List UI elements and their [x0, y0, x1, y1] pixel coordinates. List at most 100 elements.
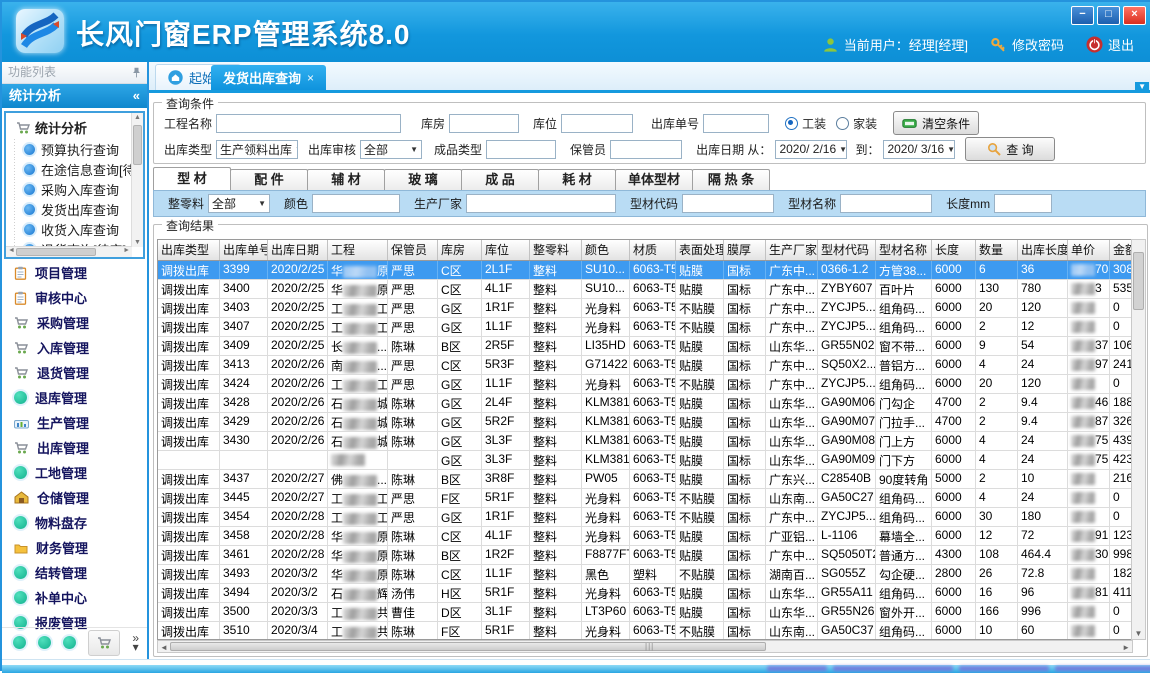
overflow-chevron[interactable]: »▾	[132, 634, 139, 652]
material-tab-隔热条[interactable]: 隔 热 条	[692, 169, 770, 190]
tab-shipment-outbound-query[interactable]: 发货出库查询 ×	[211, 65, 326, 90]
search-button[interactable]: 查 询	[965, 137, 1055, 161]
material-tab-单体型材[interactable]: 单体型材	[615, 169, 693, 190]
maximize-button[interactable]: □	[1097, 6, 1120, 25]
table-row[interactable]: 调拨出库34452020/2/27工工程严思F区5R1F整料光身料6063-T5…	[158, 489, 1133, 508]
sidebar-item-出库管理[interactable]: 出库管理	[2, 435, 147, 460]
circle-icon[interactable]	[13, 636, 26, 649]
sidebar-item-项目管理[interactable]: 项目管理	[2, 260, 147, 285]
close-button[interactable]: ×	[1123, 6, 1146, 25]
table-horizontal-scrollbar[interactable]: ◄ ||| ►	[157, 640, 1133, 653]
pin-icon[interactable]	[132, 67, 141, 78]
audit-select[interactable]: 全部▼	[360, 140, 422, 159]
order-no-input[interactable]	[703, 114, 769, 133]
sidebar-item-物料盘存[interactable]: 物料盘存	[2, 510, 147, 535]
sidebar-item-补单中心[interactable]: 补单中心	[2, 585, 147, 610]
sidebar-item-入库管理[interactable]: 入库管理	[2, 335, 147, 360]
tree-vertical-scrollbar[interactable]: ▲▼	[131, 113, 143, 247]
column-header-材质[interactable]: 材质	[630, 240, 676, 260]
column-header-型材名称[interactable]: 型材名称	[876, 240, 932, 260]
factory-input[interactable]	[466, 194, 616, 213]
column-header-长度[interactable]: 长度	[932, 240, 976, 260]
column-header-出库日期[interactable]: 出库日期	[268, 240, 328, 260]
table-row[interactable]: 调拨出库34072020/2/25工工程严思G区1L1F整料光身料6063-T5…	[158, 318, 1133, 337]
sidebar-item-采购管理[interactable]: 采购管理	[2, 310, 147, 335]
tree-item-收货入库查询[interactable]: 收货入库查询	[8, 219, 131, 239]
color-input[interactable]	[312, 194, 400, 213]
table-row[interactable]: 调拨出库34612020/2/28华原...陈琳B区1R2F整料F8877FT6…	[158, 546, 1133, 565]
sidebar-item-生产管理[interactable]: 生产管理	[2, 410, 147, 435]
column-header-表面处理[interactable]: 表面处理	[676, 240, 724, 260]
tree-root[interactable]: 统计分析	[8, 115, 131, 139]
circle-icon[interactable]	[38, 636, 51, 649]
column-header-生产厂家[interactable]: 生产厂家	[766, 240, 818, 260]
circle-icon[interactable]	[63, 636, 76, 649]
column-header-颜色[interactable]: 颜色	[582, 240, 630, 260]
table-row[interactable]: 调拨出库35002020/3/3工共工程曹佳D区3L1F整料LT3P606063…	[158, 603, 1133, 622]
logout-button[interactable]: 退出	[1086, 35, 1134, 54]
column-header-工程[interactable]: 工程	[328, 240, 388, 260]
material-tab-成品[interactable]: 成 品	[461, 169, 539, 190]
table-row[interactable]: G区3L3F整料KLM38176063-T5贴膜国标山东华...GA90M09.…	[158, 451, 1133, 470]
column-header-单价[interactable]: 单价	[1068, 240, 1110, 260]
material-tab-耗材[interactable]: 耗 材	[538, 169, 616, 190]
column-header-整零料[interactable]: 整零料	[530, 240, 582, 260]
column-header-保管员[interactable]: 保管员	[388, 240, 438, 260]
column-header-出库单号[interactable]: 出库单号	[220, 240, 268, 260]
column-header-金额[interactable]: 金额	[1110, 240, 1133, 260]
table-row[interactable]: 调拨出库34132020/2/26南...严思C区5R3F整料G71422606…	[158, 356, 1133, 375]
material-tab-配件[interactable]: 配 件	[230, 169, 308, 190]
column-header-型材代码[interactable]: 型材代码	[818, 240, 876, 260]
clear-conditions-button[interactable]: 清空条件	[893, 111, 979, 135]
column-header-库房[interactable]: 库房	[438, 240, 482, 260]
table-row[interactable]: 调拨出库34542020/2/28工工程严思G区1R1F整料光身料6063-T5…	[158, 508, 1133, 527]
table-vertical-scrollbar[interactable]: ▼	[1131, 239, 1146, 640]
sidebar-item-财务管理[interactable]: 财务管理	[2, 535, 147, 560]
radio-gongzhuang[interactable]: 工装	[785, 115, 826, 132]
out-type-select[interactable]: 生产领料出库▼	[216, 140, 298, 159]
table-row[interactable]: 调拨出库34282020/2/26石城陈琳G区2L4F整料KLM38176063…	[158, 394, 1133, 413]
tab-list-dropdown-icon[interactable]: ▼	[1135, 82, 1149, 92]
tree-item-发货出库查询[interactable]: 发货出库查询	[8, 199, 131, 219]
column-header-出库类型[interactable]: 出库类型	[158, 240, 220, 260]
keeper-input[interactable]	[610, 140, 682, 159]
column-header-库位[interactable]: 库位	[482, 240, 530, 260]
table-row[interactable]: 调拨出库34092020/2/25长...陈琳B区2R5F整料LI35HD606…	[158, 337, 1133, 356]
material-tab-型材[interactable]: 型 材	[153, 167, 231, 190]
warehouse-input[interactable]	[449, 114, 519, 133]
date-to-select[interactable]: 2020/ 3/16▼	[883, 140, 955, 159]
tree-item-预算执行查询[interactable]: 预算执行查询	[8, 139, 131, 159]
project-name-input[interactable]	[216, 114, 401, 133]
material-tab-玻璃[interactable]: 玻 璃	[384, 169, 462, 190]
column-header-出库长度[interactable]: 出库长度	[1018, 240, 1068, 260]
profile-name-input[interactable]	[840, 194, 932, 213]
column-header-数量[interactable]: 数量	[976, 240, 1018, 260]
cart-toolbar-button[interactable]	[88, 630, 120, 656]
sidebar-item-退库管理[interactable]: 退库管理	[2, 385, 147, 410]
profile-code-input[interactable]	[682, 194, 774, 213]
tree-item-采购入库查询[interactable]: 采购入库查询	[8, 179, 131, 199]
table-row[interactable]: 调拨出库34932020/3/2华原...陈琳C区1L1F整料黑色塑料不贴膜国标…	[158, 565, 1133, 584]
change-password-button[interactable]: 修改密码	[990, 35, 1064, 54]
location-input[interactable]	[561, 114, 633, 133]
minimize-button[interactable]: −	[1071, 6, 1094, 25]
tab-close-icon[interactable]: ×	[307, 71, 314, 85]
table-row[interactable]: 调拨出库34002020/2/25华原...严思C区4L1F整料SU10...6…	[158, 280, 1133, 299]
date-from-select[interactable]: 2020/ 2/16▼	[775, 140, 847, 159]
tree-horizontal-scrollbar[interactable]: ◄►	[6, 246, 132, 257]
table-row[interactable]: 调拨出库33992020/2/25华原...严思C区2L1F整料SU10...6…	[158, 261, 1133, 280]
table-row[interactable]: 调拨出库34242020/2/26工工程严思G区1L1F整料光身料6063-T5…	[158, 375, 1133, 394]
table-row[interactable]: 调拨出库34582020/2/28华原...陈琳C区4L1F整料光身料6063-…	[158, 527, 1133, 546]
product-type-input[interactable]	[486, 140, 556, 159]
tree-item-在途信息查询[待[interactable]: 在途信息查询[待	[8, 159, 131, 179]
material-tab-辅材[interactable]: 辅 材	[307, 169, 385, 190]
sidebar-item-仓储管理[interactable]: 仓储管理	[2, 485, 147, 510]
radio-jiazhuang[interactable]: 家装	[836, 115, 877, 132]
zhengling-select[interactable]: 全部▼	[208, 194, 270, 213]
table-row[interactable]: 调拨出库34372020/2/27佛...陈琳B区3R8F整料PW056063-…	[158, 470, 1133, 489]
collapse-icon[interactable]: «	[133, 84, 140, 108]
length-input[interactable]	[994, 194, 1052, 213]
sidebar-item-退货管理[interactable]: 退货管理	[2, 360, 147, 385]
sidebar-item-工地管理[interactable]: 工地管理	[2, 460, 147, 485]
table-row[interactable]: 调拨出库34292020/2/26石城陈琳G区5R2F整料KLM38176063…	[158, 413, 1133, 432]
